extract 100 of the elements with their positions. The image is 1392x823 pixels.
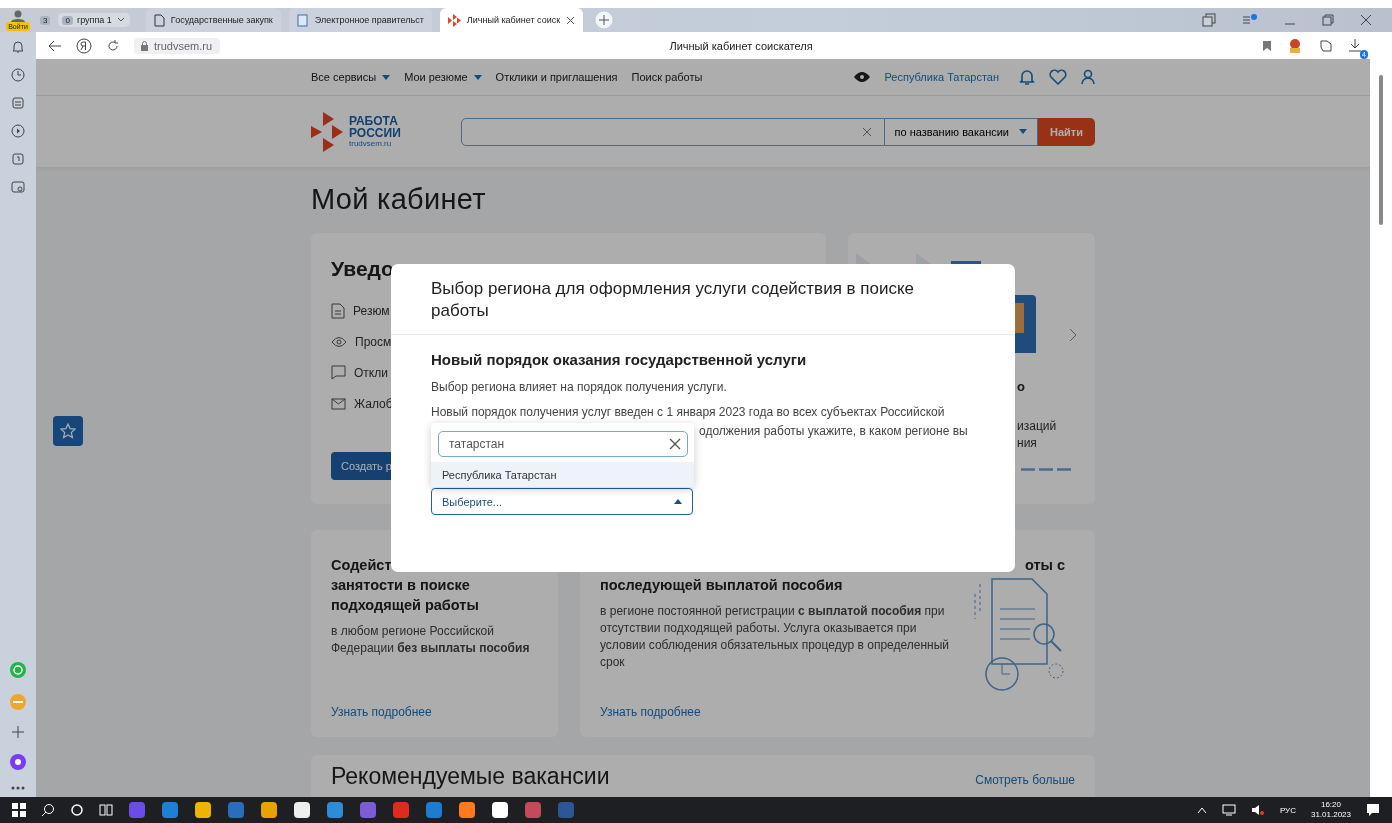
browser-tab[interactable]: Личный кабинет соиск: [439, 8, 584, 32]
feedback-icon[interactable]: [1318, 37, 1334, 54]
language-indicator[interactable]: РУС: [1279, 805, 1296, 815]
chat-icon[interactable]: [9, 661, 27, 679]
region-select[interactable]: Выберите...: [431, 488, 693, 515]
user-icon[interactable]: [1081, 69, 1095, 85]
search-icon[interactable]: [41, 803, 55, 817]
image-icon[interactable]: [11, 180, 25, 194]
carousel-indicator-icon[interactable]: [1021, 468, 1071, 471]
dropdown-option[interactable]: Республика Татарстан: [431, 462, 694, 487]
caret-icon: [674, 499, 682, 504]
logo-domain: trudvsem.ru: [349, 138, 393, 149]
promo-heading: о: [1017, 379, 1026, 394]
app-icon[interactable]: [458, 801, 476, 819]
browser-tab[interactable]: Государственные закупк: [145, 8, 281, 32]
assistant-icon[interactable]: [9, 753, 27, 771]
more-link[interactable]: Узнать подробнее: [600, 705, 1075, 719]
service-description: в регионе постоянной регистрации с выплатой пособия при отсутствии подходящей работы. Услуга оказывается при условии соблюдения обязательных процедур в определенный срок: [600, 603, 951, 671]
see-more-link[interactable]: Смотреть больше: [975, 773, 1075, 787]
clock-icon[interactable]: [11, 68, 25, 82]
clock[interactable]: 16:20 31.01.2023: [1310, 800, 1351, 820]
service-title: занятости в поиске: [331, 576, 471, 595]
favorite-button[interactable]: [53, 416, 83, 446]
windows-logo-icon[interactable]: [12, 803, 26, 817]
clear-icon[interactable]: [669, 438, 681, 450]
chevron-right-icon[interactable]: [1069, 328, 1077, 342]
network-icon[interactable]: [1221, 804, 1236, 816]
app-icon[interactable]: [260, 801, 278, 819]
more-icon[interactable]: [11, 785, 25, 791]
region-link[interactable]: Республика Татарстан: [884, 71, 999, 83]
circle-icon[interactable]: [70, 803, 84, 817]
square-icon[interactable]: [11, 152, 25, 166]
clear-icon[interactable]: [861, 126, 872, 137]
notification-label[interactable]: Просм: [355, 334, 392, 349]
chevron-up-icon[interactable]: [1196, 806, 1207, 814]
scrollbar-thumb[interactable]: [1379, 75, 1383, 225]
heart-icon[interactable]: [1049, 69, 1067, 85]
address-field[interactable]: trudvsem.ru: [134, 37, 221, 54]
service-title: подходящей работы: [331, 596, 480, 615]
browser-logo-icon[interactable]: [76, 37, 92, 54]
volume-icon[interactable]: [1250, 804, 1265, 816]
restore-icon[interactable]: [1322, 14, 1334, 26]
create-button[interactable]: Создать р: [331, 452, 394, 480]
notification-label[interactable]: Резюм: [353, 303, 390, 318]
tab-title: Личный кабинет соиск: [466, 15, 561, 25]
service-title: последующей выплатой пособия: [600, 576, 844, 595]
dialog-subtitle: Новый порядок оказания государственной услуги: [431, 351, 808, 368]
search-mode-dropdown[interactable]: по названию вакансии: [884, 117, 1038, 146]
promo-text: изаций: [1017, 418, 1058, 435]
promo-text: ния: [1017, 435, 1038, 452]
caret-icon: [1019, 129, 1027, 134]
tab-group[interactable]: 0 группа 1: [58, 13, 130, 27]
avatar-icon: [10, 9, 26, 22]
menu-icon[interactable]: [1242, 13, 1258, 27]
notes-icon[interactable]: [11, 96, 25, 110]
service-title: оты с: [1024, 556, 1065, 575]
more-link[interactable]: Узнать подробнее: [331, 705, 538, 719]
logo-icon[interactable]: [311, 111, 343, 152]
bell-icon[interactable]: [1019, 68, 1035, 86]
bell-icon[interactable]: [11, 40, 25, 54]
caret-icon: [382, 74, 391, 80]
tab-title: Электронное правительст: [314, 15, 424, 25]
tabs-icon[interactable]: [1202, 13, 1216, 27]
region-search-field[interactable]: татарстан: [438, 431, 688, 457]
url-text: trudvsem.ru: [154, 39, 213, 52]
notification-label[interactable]: Откли: [354, 365, 388, 380]
tab-count[interactable]: 3: [40, 15, 51, 25]
nav-link[interactable]: Поиск работы: [631, 71, 703, 83]
app-icon[interactable]: [491, 801, 509, 819]
speech-bubble-icon: [331, 365, 346, 380]
reload-icon[interactable]: [106, 38, 120, 53]
nav-link[interactable]: Все сервисы: [311, 71, 391, 83]
star-icon: [60, 423, 76, 439]
back-icon[interactable]: [48, 39, 62, 52]
download-icon[interactable]: [1348, 37, 1362, 52]
envelope-icon: [331, 397, 346, 410]
close-icon[interactable]: [566, 15, 576, 25]
search-field[interactable]: [460, 117, 885, 146]
new-tab-icon[interactable]: [595, 11, 614, 29]
play-icon[interactable]: [11, 124, 25, 138]
app-icon[interactable]: [293, 801, 311, 819]
group-count: 0: [62, 15, 73, 25]
task-view-icon[interactable]: [99, 803, 113, 817]
app-icon[interactable]: [194, 801, 212, 819]
add-icon[interactable]: [11, 725, 25, 739]
notifications-icon[interactable]: [1366, 803, 1380, 817]
eye-icon: [331, 335, 347, 348]
nav-link[interactable]: Отклики и приглашения: [495, 71, 618, 83]
tab-title: Государственные закупк: [170, 15, 273, 25]
service-description: в любом регионе Российской Федерации без выплаты пособия: [331, 623, 531, 657]
bookmark-icon[interactable]: [1262, 39, 1272, 52]
logo-text: РАБОТА: [349, 114, 399, 127]
document-icon: [153, 13, 165, 27]
dialog-text: Новый порядок получения услуг введен с 1 января 2023 года во всех субъектах Российской: [431, 405, 946, 420]
close-icon[interactable]: [1360, 14, 1372, 26]
browser-tab[interactable]: Электронное правительст: [288, 8, 432, 32]
lock-icon: [140, 40, 149, 51]
section-heading: Рекомендуемые вакансии: [331, 763, 610, 789]
dialog-text: Выбор региона влияет на порядок получения услуги.: [431, 380, 728, 395]
nav-link[interactable]: Мои резюме: [404, 71, 482, 83]
